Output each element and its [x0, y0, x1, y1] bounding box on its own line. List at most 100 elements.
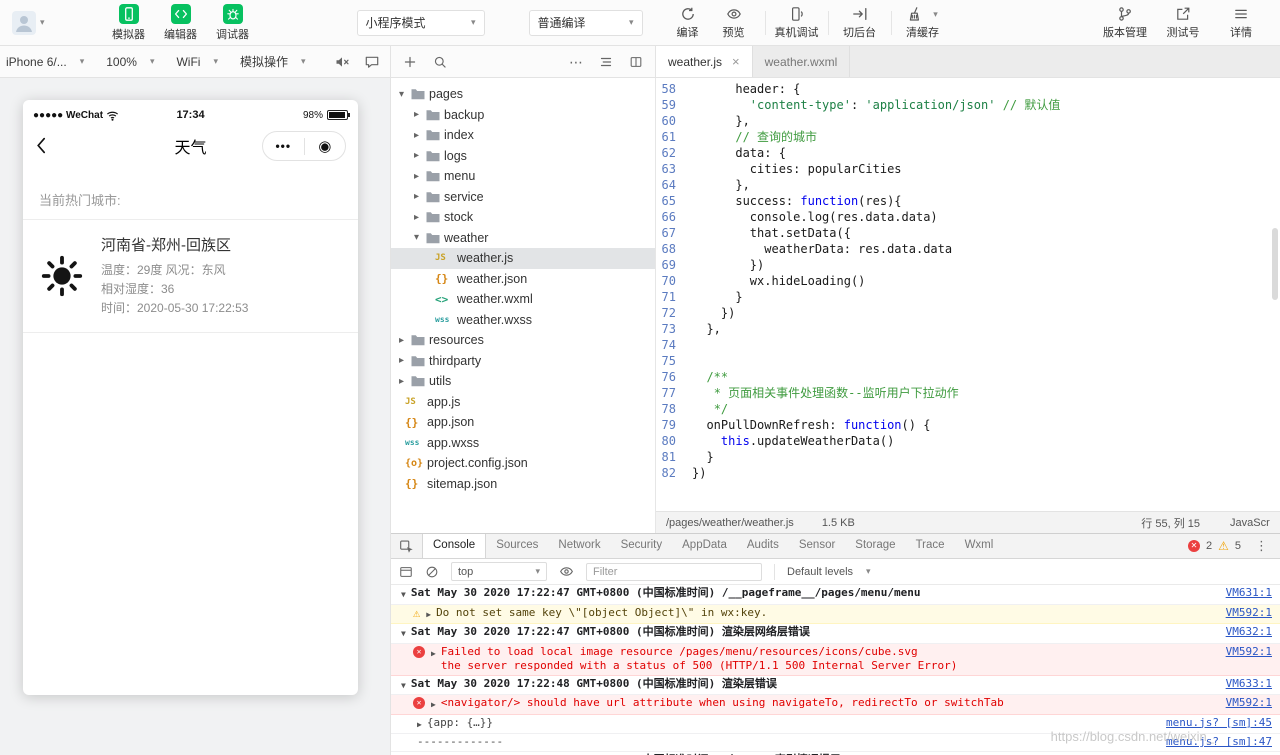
console-tab-appdata[interactable]: AppData: [672, 534, 737, 558]
triangle-down-icon[interactable]: ▼: [401, 586, 406, 603]
tree-folder-pages[interactable]: ▾ pages: [391, 84, 655, 105]
triangle-right-icon[interactable]: ▶: [417, 716, 422, 733]
weather-card[interactable]: 河南省-郑州-回族区 温度：29度 风况：东风 相对湿度：36 时间：2020-…: [23, 220, 358, 333]
tree-file-app.wxss[interactable]: wss app.wxss: [391, 433, 655, 454]
tree-file-weather.wxml[interactable]: <> weather.wxml: [391, 289, 655, 310]
caret-down-icon[interactable]: ▾: [414, 232, 426, 243]
collapse-folders-icon[interactable]: [599, 55, 613, 69]
compile-button[interactable]: 编译: [665, 5, 711, 40]
tree-file-project.config.json[interactable]: {o} project.config.json: [391, 453, 655, 474]
tree-folder-thirdparty[interactable]: ▸ thirdparty: [391, 351, 655, 372]
device-dropdown[interactable]: iPhone 6/... ▾: [6, 55, 84, 69]
tree-file-weather.wxss[interactable]: wss weather.wxss: [391, 310, 655, 331]
tree-file-weather.js[interactable]: JS weather.js: [391, 248, 655, 269]
version-management-button[interactable]: 版本管理: [1102, 5, 1148, 40]
caret-right-icon[interactable]: ▸: [414, 171, 426, 182]
tree-file-app.js[interactable]: JS app.js: [391, 392, 655, 413]
context-dropdown[interactable]: top ▾: [451, 562, 547, 581]
console-source-link[interactable]: VM592:1: [1212, 645, 1272, 660]
console-source-link[interactable]: VM633:1: [1212, 677, 1272, 692]
console-message-object[interactable]: ▶ {app: {…}} menu.js? [sm]:45: [391, 715, 1280, 734]
console-source-link[interactable]: VM592:1: [1212, 696, 1272, 711]
triangle-down-icon[interactable]: ▼: [401, 677, 406, 694]
console-message-group[interactable]: ▼ Sat May 30 2020 17:22:47 GMT+0800 (中国标准…: [391, 624, 1280, 644]
editor-toggle-button[interactable]: 编辑器: [161, 3, 201, 42]
caret-right-icon[interactable]: ▸: [414, 109, 426, 120]
caret-right-icon[interactable]: ▸: [399, 335, 411, 346]
console-tab-trace[interactable]: Trace: [906, 534, 955, 558]
tree-file-app.json[interactable]: {} app.json: [391, 412, 655, 433]
tree-folder-utils[interactable]: ▸ utils: [391, 371, 655, 392]
zoom-dropdown[interactable]: 100% ▾: [106, 55, 154, 69]
editor-scrollbar[interactable]: [1272, 228, 1278, 300]
triangle-right-icon[interactable]: ▶: [431, 696, 436, 713]
console-source-link[interactable]: VM631:1: [1212, 586, 1272, 601]
test-account-button[interactable]: 测试号: [1160, 5, 1206, 40]
console-tab-network[interactable]: Network: [548, 534, 610, 558]
exit-button[interactable]: ◉: [305, 137, 346, 155]
triangle-right-icon[interactable]: ▶: [431, 645, 436, 662]
simulate-action-dropdown[interactable]: 模拟操作 ▾: [240, 53, 306, 70]
preview-button[interactable]: 预览: [711, 5, 757, 40]
back-button[interactable]: [35, 136, 47, 155]
debugger-toggle-button[interactable]: 调试器: [213, 3, 253, 42]
clear-console-icon[interactable]: [425, 565, 439, 579]
caret-right-icon[interactable]: ▸: [399, 355, 411, 366]
caret-right-icon[interactable]: ▸: [399, 376, 411, 387]
tree-folder-menu[interactable]: ▸ menu: [391, 166, 655, 187]
tree-folder-stock[interactable]: ▸ stock: [391, 207, 655, 228]
inspect-element-icon[interactable]: [399, 539, 414, 554]
language-mode[interactable]: JavaScr: [1230, 517, 1280, 529]
console-source-link[interactable]: menu.js? [sm]:47: [1152, 735, 1272, 750]
console-message-group[interactable]: ▼Sat May 30 2020 17:22:48 GMT+0800 (中国标准…: [391, 752, 1280, 755]
message-icon[interactable]: [364, 54, 380, 70]
console-filter-input[interactable]: [586, 562, 762, 581]
split-editor-icon[interactable]: [629, 55, 643, 69]
console-tab-sensor[interactable]: Sensor: [789, 534, 845, 558]
caret-right-icon[interactable]: ▸: [414, 130, 426, 141]
live-expression-eye-icon[interactable]: [559, 564, 574, 579]
tree-folder-weather[interactable]: ▾ weather: [391, 228, 655, 249]
console-message-error[interactable]: ✕ ▶ Failed to load local image resource /p…: [391, 643, 1280, 676]
console-message-log[interactable]: ------------- menu.js? [sm]:47: [391, 734, 1280, 752]
tree-file-sitemap.json[interactable]: {} sitemap.json: [391, 474, 655, 495]
tree-folder-logs[interactable]: ▸ logs: [391, 146, 655, 167]
editor-tab-weather.wxml[interactable]: weather.wxml: [753, 46, 851, 77]
switch-background-button[interactable]: 切后台: [837, 5, 883, 40]
account-menu[interactable]: ▾: [12, 10, 45, 35]
console-tab-sources[interactable]: Sources: [486, 534, 548, 558]
console-source-link[interactable]: VM592:1: [1212, 606, 1272, 621]
network-dropdown[interactable]: WiFi ▾: [176, 55, 218, 69]
console-source-link[interactable]: VM632:1: [1212, 625, 1272, 640]
console-message-warning[interactable]: ⚠ ▶ Do not set same key \"[object Object]\…: [391, 604, 1280, 624]
caret-right-icon[interactable]: ▸: [414, 212, 426, 223]
console-tab-audits[interactable]: Audits: [737, 534, 789, 558]
cursor-position[interactable]: 行 55, 列 15: [1141, 515, 1200, 531]
tree-folder-resources[interactable]: ▸ resources: [391, 330, 655, 351]
console-source-link[interactable]: menu.js? [sm]:45: [1152, 716, 1272, 731]
tree-folder-index[interactable]: ▸ index: [391, 125, 655, 146]
console-drawer-icon[interactable]: [399, 565, 413, 579]
kebab-menu-icon[interactable]: ⋮: [1255, 538, 1268, 554]
more-button[interactable]: •••: [263, 139, 304, 153]
add-file-icon[interactable]: [403, 55, 417, 69]
console-message-group[interactable]: ▼ Sat May 30 2020 17:22:47 GMT+0800 (中国标准…: [391, 585, 1280, 605]
tree-folder-service[interactable]: ▸ service: [391, 187, 655, 208]
clear-cache-button[interactable]: ▾ 清缓存: [900, 5, 946, 40]
editor-tab-weather.js[interactable]: weather.js ×: [656, 46, 753, 77]
tree-folder-backup[interactable]: ▸ backup: [391, 105, 655, 126]
code-area[interactable]: 58 header: {59 'content-type': 'applicat…: [656, 78, 1280, 511]
console-tab-storage[interactable]: Storage: [845, 534, 905, 558]
mute-icon[interactable]: [334, 54, 350, 70]
console-tab-security[interactable]: Security: [611, 534, 673, 558]
compile-mode-dropdown[interactable]: 普通编译 ▾: [528, 9, 643, 36]
close-icon[interactable]: ×: [732, 54, 740, 69]
simulator-toggle-button[interactable]: 模拟器: [109, 3, 149, 42]
tree-file-weather.json[interactable]: {} weather.json: [391, 269, 655, 290]
real-device-debug-button[interactable]: 真机调试: [774, 5, 820, 40]
console-message-error[interactable]: ✕ ▶ <navigator/> should have url attribute…: [391, 695, 1280, 715]
console-message-group[interactable]: ▼Sat May 30 2020 17:22:48 GMT+0800 (中国标准…: [391, 676, 1280, 695]
mode-dropdown[interactable]: 小程序模式 ▾: [356, 9, 485, 36]
caret-right-icon[interactable]: ▸: [414, 150, 426, 161]
console-tab-console[interactable]: Console: [422, 534, 487, 558]
